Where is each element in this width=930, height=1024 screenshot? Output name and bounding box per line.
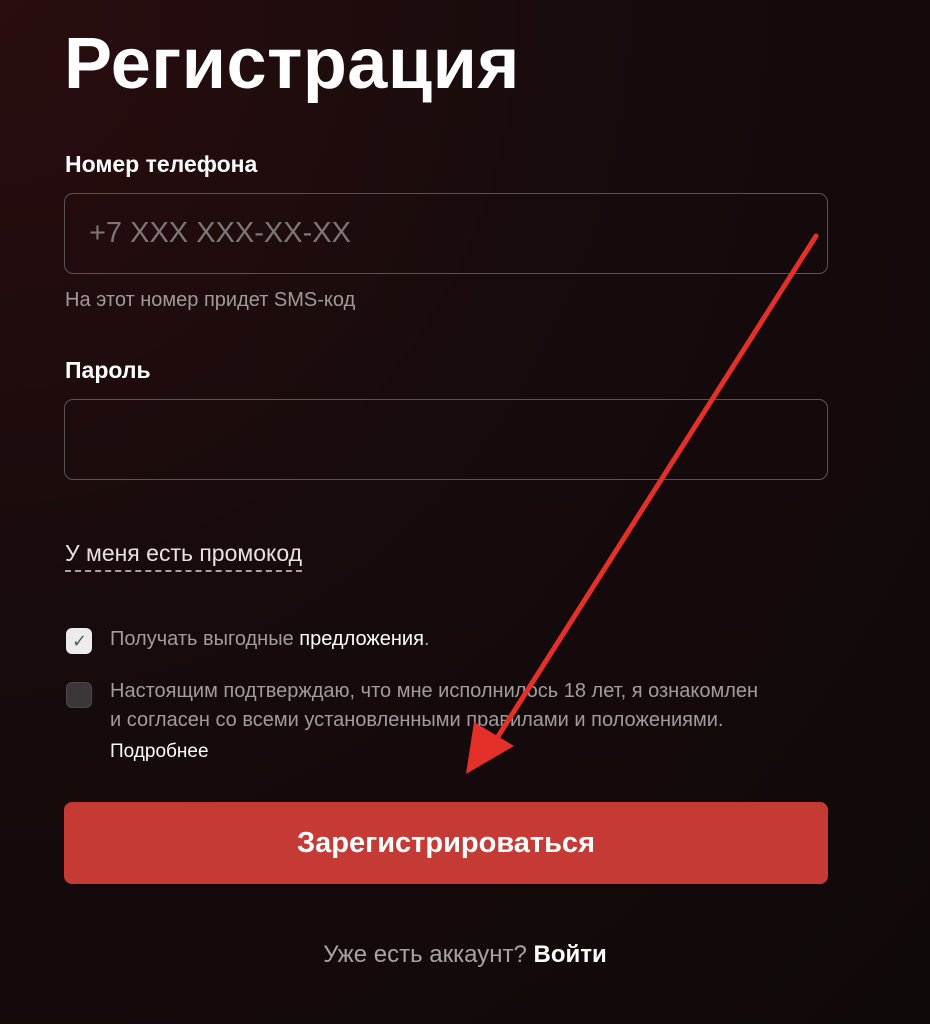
have-account-text: Уже есть аккаунт?: [323, 941, 527, 968]
checkmark-icon: ✓: [72, 631, 88, 651]
promo-code-link[interactable]: У меня есть промокод: [65, 538, 303, 572]
offers-checkbox[interactable]: ✓: [66, 628, 92, 654]
page-title: Регистрация: [64, 24, 520, 104]
arrow-shaft: [489, 233, 819, 749]
more-info-link[interactable]: Подробнее: [110, 740, 209, 764]
age-confirm-line-2: и согласен со всеми установленными прави…: [110, 709, 724, 731]
login-link[interactable]: Войти: [533, 941, 606, 968]
register-button[interactable]: Зарегистрироваться: [64, 802, 828, 884]
phone-hint: На этот номер придет SMS-код: [65, 289, 356, 311]
phone-input[interactable]: [64, 193, 828, 274]
offers-text-link[interactable]: предложения: [299, 628, 424, 650]
offers-checkbox-label: Получать выгодные предложения.: [110, 625, 430, 654]
age-confirm-checkbox[interactable]: [66, 682, 92, 708]
age-confirm-label: Настоящим подтверждаю, что мне исполнило…: [110, 677, 758, 735]
offers-text-prefix: Получать выгодные: [110, 628, 300, 650]
password-input[interactable]: [64, 399, 828, 480]
phone-label: Номер телефона: [65, 151, 258, 177]
password-label: Пароль: [65, 357, 151, 383]
offers-text-suffix: .: [423, 628, 430, 650]
age-confirm-line-1: Настоящим подтверждаю, что мне исполнило…: [110, 680, 759, 702]
footer-login-prompt: Уже есть аккаунт? Войти: [0, 940, 930, 970]
registration-page: Регистрация Номер телефона На этот номер…: [0, 0, 930, 1024]
